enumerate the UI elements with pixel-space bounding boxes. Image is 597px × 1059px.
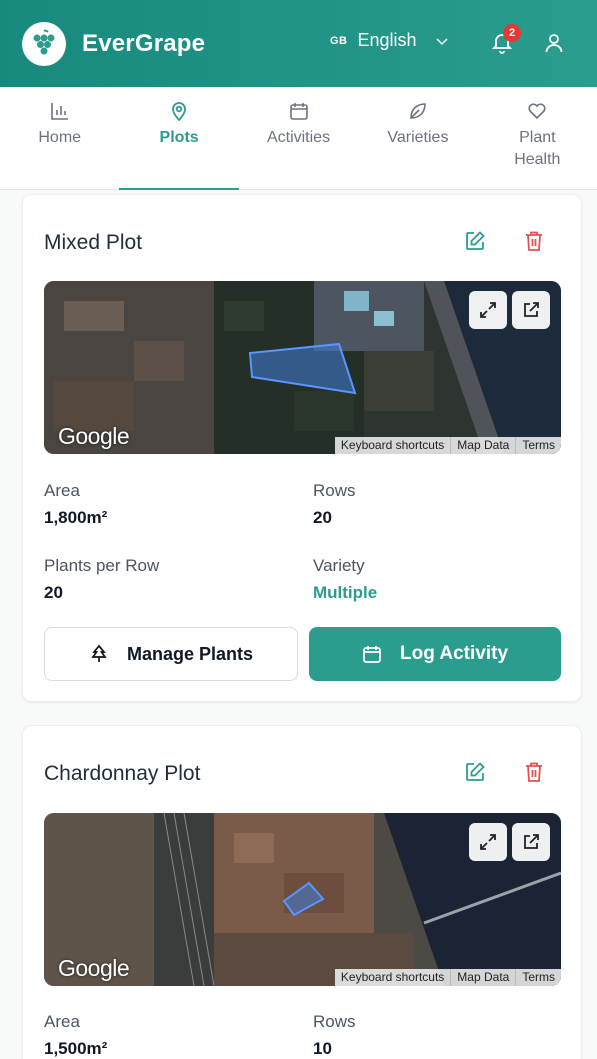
app-name[interactable]: EverGrape: [82, 30, 205, 58]
edit-icon: [466, 231, 485, 250]
user-button[interactable]: [543, 32, 565, 54]
terms-link[interactable]: Terms: [515, 437, 561, 454]
plants-per-row-label: Plants per Row: [44, 556, 160, 575]
tab-varieties[interactable]: Varieties: [358, 87, 477, 189]
language-name: English: [357, 30, 417, 50]
tab-label: Varieties: [387, 129, 449, 146]
rows-label: Rows: [313, 1012, 356, 1031]
delete-button[interactable]: [520, 758, 548, 786]
plot-title: Mixed Plot: [44, 231, 143, 254]
tab-label: Plots: [159, 129, 199, 146]
calendar-icon: [363, 646, 381, 663]
map-attribution: Keyboard shortcuts Map Data Terms: [334, 969, 561, 986]
plot-card: Mixed Plot Google Keyboard shortcuts Map…: [22, 194, 582, 702]
tab-label: Activities: [266, 129, 331, 146]
tab-activities[interactable]: Activities: [239, 87, 358, 189]
heart-icon: [528, 103, 546, 120]
plants-per-row-value: 20: [44, 583, 63, 602]
plot-card: Chardonnay Plot Google Keyboard shortcut…: [22, 725, 582, 1059]
area-value: 1,800m²: [44, 508, 108, 527]
grape-logo-icon[interactable]: [22, 21, 66, 66]
rows-value: 20: [313, 508, 332, 527]
open-external-button[interactable]: [512, 291, 550, 329]
area-label: Area: [44, 1012, 80, 1031]
tab-home[interactable]: Home: [0, 87, 119, 189]
google-logo[interactable]: Google: [58, 423, 130, 450]
external-link-icon: [524, 302, 539, 317]
language-selector[interactable]: GB English: [330, 30, 449, 51]
map-data-link[interactable]: Map Data: [450, 969, 515, 986]
trash-icon: [526, 231, 542, 251]
terms-link[interactable]: Terms: [515, 969, 561, 986]
leaf-icon: [410, 103, 426, 119]
fullscreen-button[interactable]: [469, 291, 507, 329]
language-code: GB: [330, 34, 348, 47]
variety-value[interactable]: Multiple: [313, 583, 377, 603]
expand-icon: [480, 834, 496, 850]
google-logo[interactable]: Google: [58, 955, 130, 982]
tab-label: Plant Health: [514, 129, 561, 168]
edit-button[interactable]: [461, 758, 489, 786]
edit-button[interactable]: [461, 227, 489, 255]
variety-label: Variety: [313, 556, 365, 575]
open-external-button[interactable]: [512, 823, 550, 861]
rows-label: Rows: [313, 481, 356, 500]
trash-icon: [526, 762, 542, 782]
map-pin-icon: [172, 102, 187, 121]
area-label: Area: [44, 481, 80, 500]
fullscreen-button[interactable]: [469, 823, 507, 861]
tab-label: Home: [38, 129, 82, 146]
manage-plants-button[interactable]: Manage Plants: [44, 627, 298, 681]
chevron-down-icon: [435, 37, 448, 45]
tab-plots[interactable]: Plots: [119, 87, 240, 190]
log-activity-button[interactable]: Log Activity: [309, 627, 561, 681]
expand-icon: [480, 302, 496, 318]
plot-title: Chardonnay Plot: [44, 762, 201, 785]
map-data-link[interactable]: Map Data: [450, 437, 515, 454]
map-attribution: Keyboard shortcuts Map Data Terms: [334, 437, 561, 454]
plot-map[interactable]: Google Keyboard shortcuts Map Data Terms: [44, 813, 561, 986]
delete-button[interactable]: [520, 227, 548, 255]
edit-icon: [466, 762, 485, 781]
button-label: Log Activity: [399, 643, 509, 664]
rows-value: 10: [313, 1039, 332, 1058]
plot-map[interactable]: Google Keyboard shortcuts Map Data Terms: [44, 281, 561, 454]
notification-badge: 2: [503, 24, 521, 42]
main-tabs: Home Plots Activities Varieties Plant He…: [0, 87, 597, 190]
button-label: Manage Plants: [126, 643, 254, 664]
bar-chart-icon: [50, 103, 68, 120]
notifications-button[interactable]: 2: [490, 24, 521, 56]
tab-plant-health[interactable]: Plant Health: [478, 87, 597, 189]
calendar-icon: [289, 103, 308, 120]
tree-icon: [91, 644, 107, 662]
app-header: EverGrape GB English 2: [0, 0, 597, 87]
area-value: 1,500m²: [44, 1039, 108, 1058]
keyboard-shortcuts-link[interactable]: Keyboard shortcuts: [335, 969, 450, 986]
keyboard-shortcuts-link[interactable]: Keyboard shortcuts: [335, 437, 450, 454]
external-link-icon: [524, 834, 539, 849]
user-icon: [545, 34, 563, 53]
